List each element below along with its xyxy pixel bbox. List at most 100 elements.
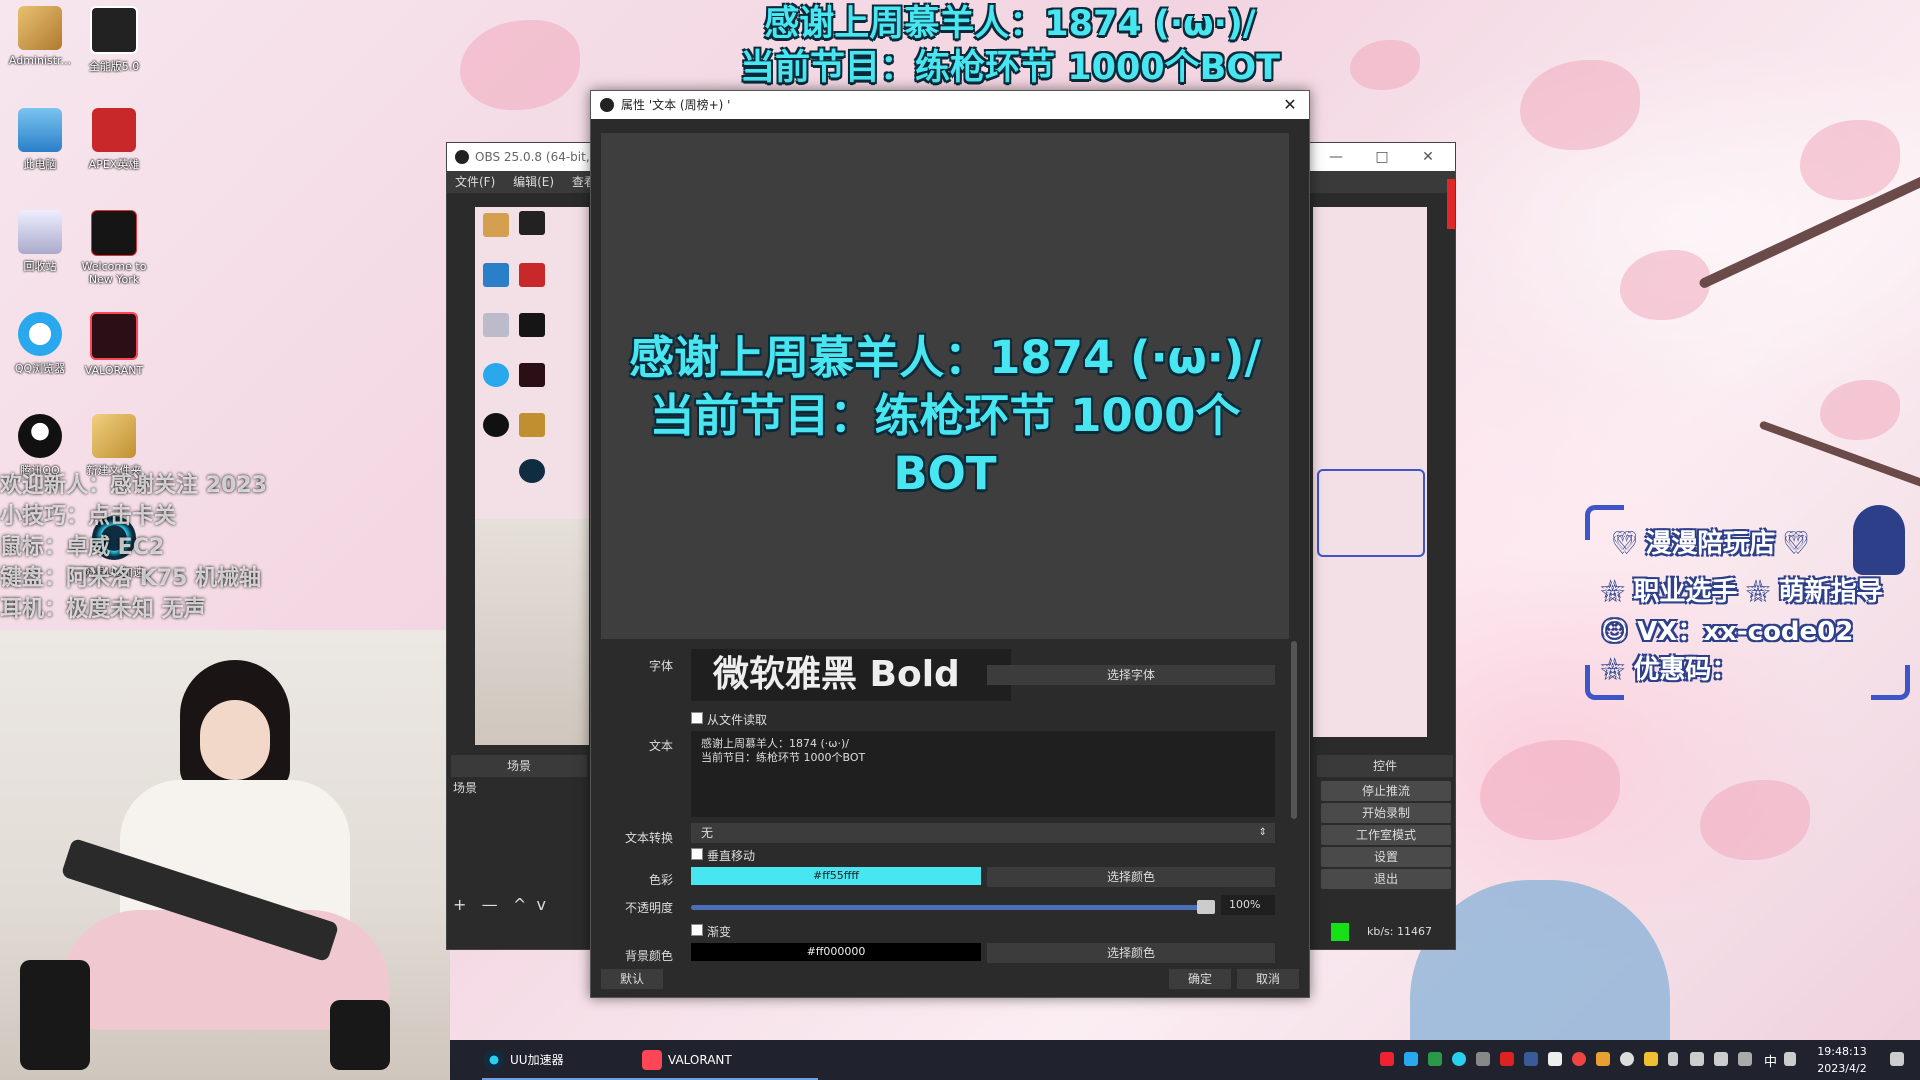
taskbar-item-uu[interactable]: UU加速器 [482,1040,650,1080]
desktop-icon-qq-browser[interactable]: QQ浏览器 [0,312,80,376]
uu-accelerator-icon [484,1050,504,1070]
tray-icon[interactable] [1572,1052,1586,1066]
desktop-icon-new-folder[interactable]: 新建文件夹 [74,414,154,478]
gradient-checkbox[interactable]: 渐变 [691,923,731,940]
mini-desktop-icon [519,263,545,287]
text-input-line: 当前节目：练枪环节 1000个BOT [701,751,866,764]
taskbar-item-valorant[interactable]: VALORANT [640,1040,818,1080]
ime-indicator[interactable]: 中 [1764,1051,1777,1070]
tray-icon[interactable] [1476,1052,1490,1066]
opacity-slider-handle[interactable] [1197,900,1215,914]
mini-desktop-icon [483,313,509,337]
desktop-icon-qq[interactable]: 腾讯QQ [0,414,80,478]
preview-line-1: 感谢上周慕羊人：1874 (·ω·)/ [629,331,1261,384]
preview-text: 感谢上周慕羊人：1874 (·ω·)/ 当前节目：练枪环节 1000个BOT [601,329,1289,503]
transform-select[interactable]: 无 ⇕ [691,823,1275,843]
settings-button[interactable]: 设置 [1321,847,1451,867]
minimize-icon[interactable]: — [1313,143,1359,171]
mini-desktop-icon [483,263,509,287]
mini-desktop-icon [519,363,545,387]
opacity-slider-track[interactable] [691,905,1211,910]
vertical-checkbox[interactable]: 垂直移动 [691,847,755,864]
taskbar-clock[interactable]: 19:48:13 2023/4/2 [1802,1043,1882,1077]
select-color-button[interactable]: 选择颜色 [987,867,1275,887]
volume-icon[interactable] [1714,1052,1728,1066]
bgcolor-label: 背景颜色 [624,949,673,963]
tray-icon[interactable] [1620,1052,1634,1066]
text-input[interactable]: 感谢上周慕羊人：1874 (·ω·)/ 当前节目：练枪环节 1000个BOT [691,731,1275,817]
read-from-file-checkbox[interactable]: 从文件读取 [691,711,767,728]
steam-icon[interactable] [1524,1052,1538,1066]
mini-desktop-icon [483,413,509,437]
stream-overlay-banner: 感谢上周慕羊人：1874 (·ω·)/ 当前节目：练枪环节 1000个BOT [690,2,1330,90]
select-bgcolor-button[interactable]: 选择颜色 [987,943,1275,963]
info-line-role: ☆ 职业选手 ☆ 萌新指导 [1601,577,1883,607]
notification-icon[interactable] [1890,1052,1904,1066]
tray-icon[interactable] [1428,1052,1442,1066]
obs-logo-icon [600,98,614,112]
transform-label: 文本转换 [624,831,673,845]
start-recording-button[interactable]: 开始录制 [1321,803,1451,823]
obs-preview-webcam [475,519,589,745]
text-input-line: 感谢上周慕羊人：1874 (·ω·)/ [701,737,849,750]
user-folder-icon [18,6,62,50]
color-swatch: #ff55ffff [691,867,981,885]
taskbar: UU加速器 VALORANT 中 19:48:13 2023/4/2 [450,1040,1920,1080]
desktop-icon-wz[interactable]: 全能版5.0 [74,6,154,74]
close-icon[interactable]: ✕ [1275,91,1305,119]
exit-button[interactable]: 退出 [1321,869,1451,889]
tray-icon[interactable] [1644,1052,1658,1066]
dialog-title-bar[interactable]: 属性 '文本 (周榜+) ' ✕ [591,91,1309,119]
move-up-button[interactable]: ^ [513,895,526,914]
browser-icon [18,312,62,356]
desktop-icon-recycle-bin[interactable]: 回收站 [0,210,80,274]
cancel-button[interactable]: 取消 [1237,969,1299,989]
stop-streaming-button[interactable]: 停止推流 [1321,781,1451,801]
opacity-spinbox[interactable]: 100% [1221,895,1275,915]
tray-icon[interactable] [1500,1052,1514,1066]
card-corner [1871,665,1910,700]
tray-icon[interactable] [1380,1052,1394,1066]
defaults-button[interactable]: 默认 [601,969,663,989]
studio-mode-button[interactable]: 工作室模式 [1321,825,1451,845]
add-scene-button[interactable]: + [453,895,466,914]
tray-icon[interactable] [1596,1052,1610,1066]
scroll-line: 欢迎新人：感谢关注 2023 [0,473,267,498]
tray-icon[interactable] [1404,1052,1418,1066]
microphone-icon[interactable] [1668,1052,1678,1066]
select-font-button[interactable]: 选择字体 [987,665,1275,685]
desktop-icon-apex[interactable]: APEX英雄 [74,108,154,172]
maximize-icon[interactable]: □ [1359,143,1405,171]
scroll-text-overlay: 欢迎新人：感谢关注 2023 小技巧：点击卡关 鼠标：卓威 EC2 键盘：阿米洛… [0,470,300,625]
scroll-line: 耳机：极度未知 无声 [0,597,206,622]
scene-item[interactable]: 场景 [453,779,477,796]
person-face [200,700,270,780]
qq-penguin-icon [18,414,62,458]
ok-button[interactable]: 确定 [1169,969,1231,989]
desktop-icon-this-pc[interactable]: 此电脑 [0,108,80,172]
properties-scrollbar[interactable] [1291,641,1297,819]
obs-preview-right[interactable] [1313,207,1427,737]
chevron-updown-icon: ⇕ [1258,827,1267,838]
tray-icon[interactable] [1548,1052,1562,1066]
tray-icon[interactable] [1452,1052,1466,1066]
menu-edit[interactable]: 编辑(E) [513,175,554,189]
scroll-line: 鼠标：卓威 EC2 [0,535,165,560]
menu-file[interactable]: 文件(F) [455,175,495,189]
text-properties-dialog[interactable]: 属性 '文本 (周榜+) ' ✕ 感谢上周慕羊人：1874 (·ω·)/ 当前节… [590,90,1310,998]
close-icon[interactable]: ✕ [1405,143,1451,171]
move-down-button[interactable]: v [537,895,546,914]
font-label: 字体 [648,659,673,673]
keyboard-icon[interactable] [1784,1052,1796,1066]
person-boots [20,960,90,1070]
desktop-icon-admin[interactable]: Administr... [0,6,80,67]
tray-icon[interactable] [1738,1052,1752,1066]
desktop-icon-valorant[interactable]: VALORANT [74,312,154,377]
text-label: 文本 [648,739,673,753]
scroll-line: 键盘：阿米洛 K75 机械轴 [0,566,261,591]
network-icon[interactable] [1690,1052,1704,1066]
mini-desktop-icon [483,363,509,387]
desktop-icon-nyc[interactable]: Welcome to New York [74,210,154,286]
remove-scene-button[interactable]: — [482,895,498,914]
scene-toolbar: + — ^ v [453,895,546,914]
